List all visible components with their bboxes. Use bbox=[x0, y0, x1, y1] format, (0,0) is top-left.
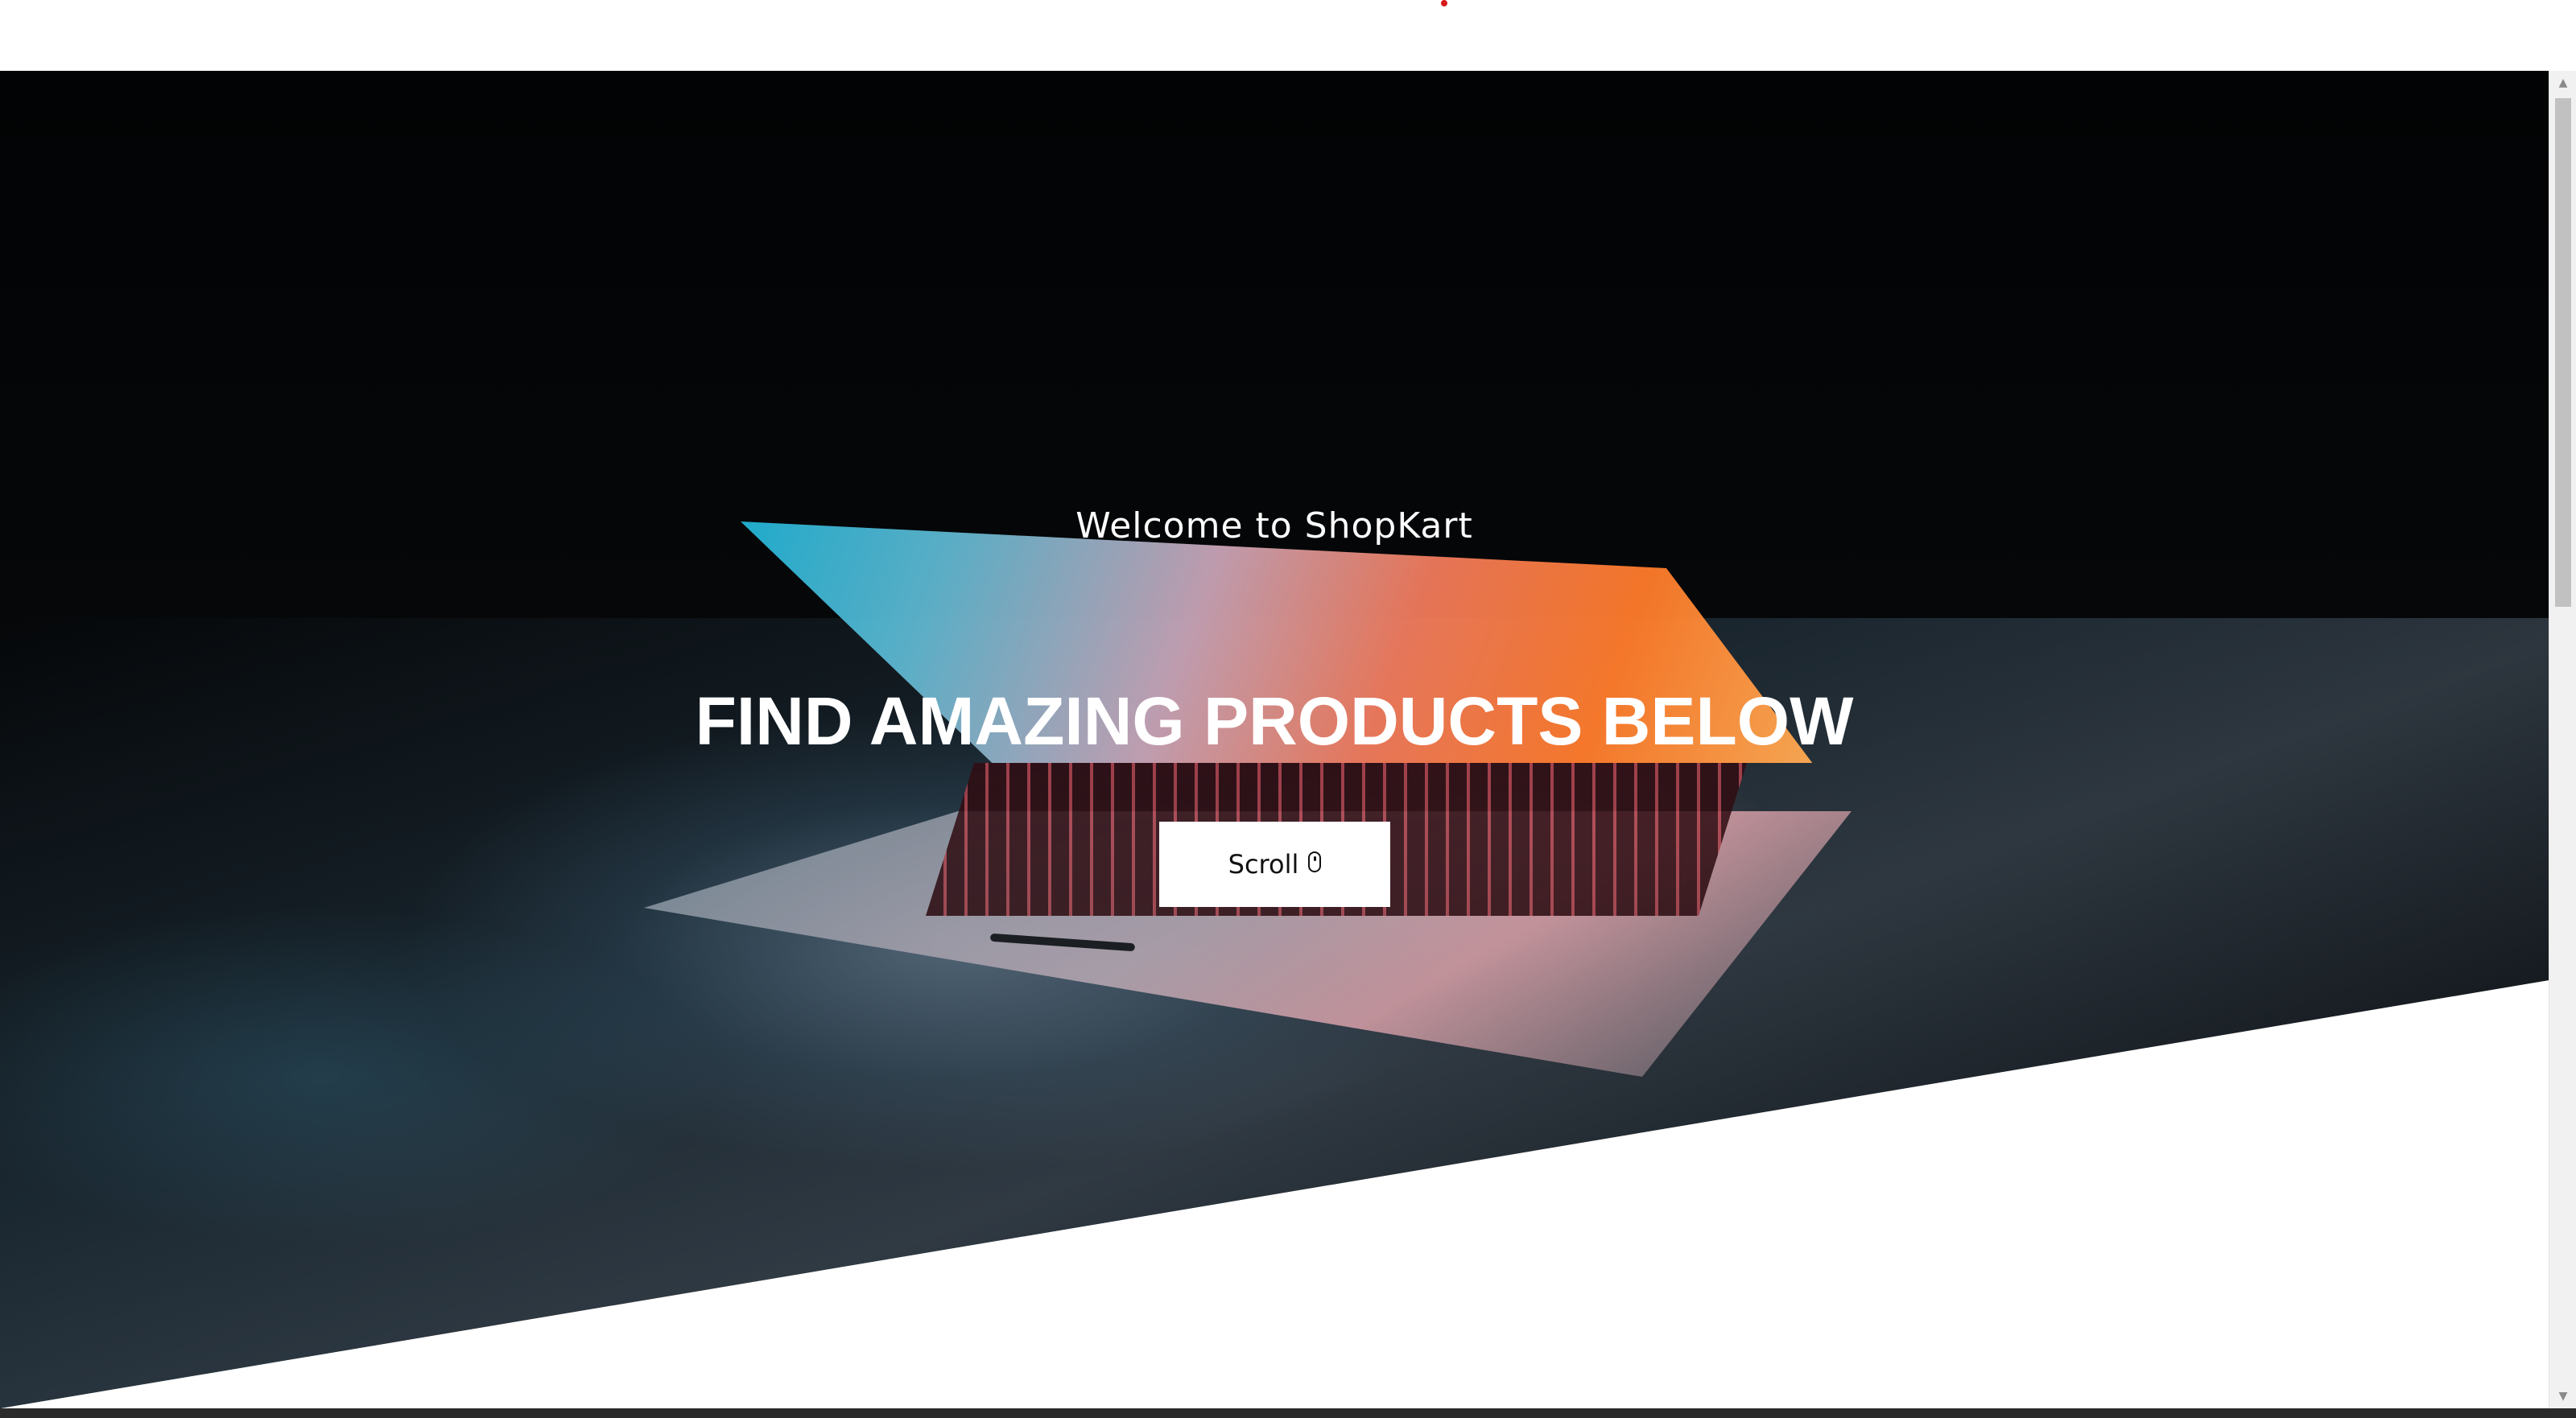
page-viewport: Welcome to ShopKart FIND AMAZING PRODUCT… bbox=[0, 71, 2549, 1408]
hero-banner: Welcome to ShopKart FIND AMAZING PRODUCT… bbox=[0, 71, 2549, 1408]
mouse-icon bbox=[1308, 851, 1322, 872]
page: Welcome to ShopKart FIND AMAZING PRODUCT… bbox=[0, 0, 2576, 1418]
scroll-button-label: Scroll bbox=[1228, 849, 1299, 880]
hero-headline: FIND AMAZING PRODUCTS BELOW bbox=[695, 683, 1854, 759]
top-bar bbox=[0, 0, 2576, 71]
loading-indicator-dot bbox=[1441, 0, 1447, 6]
arrow-down-icon[interactable]: ▼ bbox=[2549, 1384, 2576, 1408]
arrow-up-icon[interactable]: ▲ bbox=[2549, 71, 2576, 95]
vertical-scrollbar[interactable]: ▲ ▼ bbox=[2549, 71, 2576, 1408]
scroll-button[interactable]: Scroll bbox=[1159, 822, 1390, 907]
bottom-taskbar-strip bbox=[0, 1408, 2576, 1418]
hero-content: Welcome to ShopKart FIND AMAZING PRODUCT… bbox=[0, 71, 2549, 1408]
scrollbar-thumb[interactable] bbox=[2555, 98, 2571, 607]
welcome-heading: Welcome to ShopKart bbox=[1075, 505, 1473, 546]
